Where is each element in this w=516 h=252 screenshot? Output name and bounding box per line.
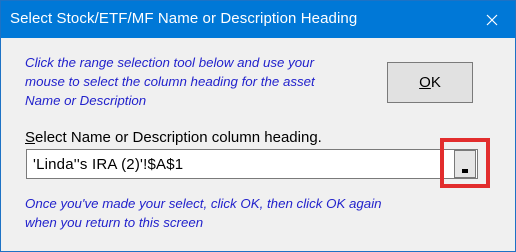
range-reference-input[interactable]: 'Linda''s IRA (2)'!$A$1 xyxy=(26,149,478,179)
red-highlight-annotation xyxy=(440,138,490,188)
range-field-label: Select Name or Description column headin… xyxy=(25,129,322,146)
ok-button[interactable]: OK xyxy=(387,62,473,103)
window-title: Select Stock/ETF/MF Name or Description … xyxy=(10,10,358,27)
footnote-line: when you return to this screen xyxy=(25,215,204,230)
range-field-label-mnemonic: S xyxy=(25,129,36,146)
ok-button-mnemonic: O xyxy=(419,74,431,91)
ok-button-label: K xyxy=(430,74,441,91)
instruction-line: Click the range selection tool below and… xyxy=(25,55,315,70)
title-bar: Select Stock/ETF/MF Name or Description … xyxy=(1,1,515,38)
range-reference-value: 'Linda''s IRA (2)'!$A$1 xyxy=(33,156,184,173)
footnote-line: Once you've made your select, click OK, … xyxy=(25,196,382,211)
instruction-line: mouse to select the column heading for t… xyxy=(25,74,315,89)
close-button[interactable] xyxy=(469,1,515,38)
instruction-line: Name or Description xyxy=(25,93,147,108)
close-icon xyxy=(486,14,498,25)
range-field-label-text: elect Name or Description column heading… xyxy=(35,129,322,146)
instruction-text: Click the range selection tool below and… xyxy=(25,53,355,110)
footnote-text: Once you've made your select, click OK, … xyxy=(25,194,405,232)
dialog-window: Select Stock/ETF/MF Name or Description … xyxy=(0,0,516,252)
